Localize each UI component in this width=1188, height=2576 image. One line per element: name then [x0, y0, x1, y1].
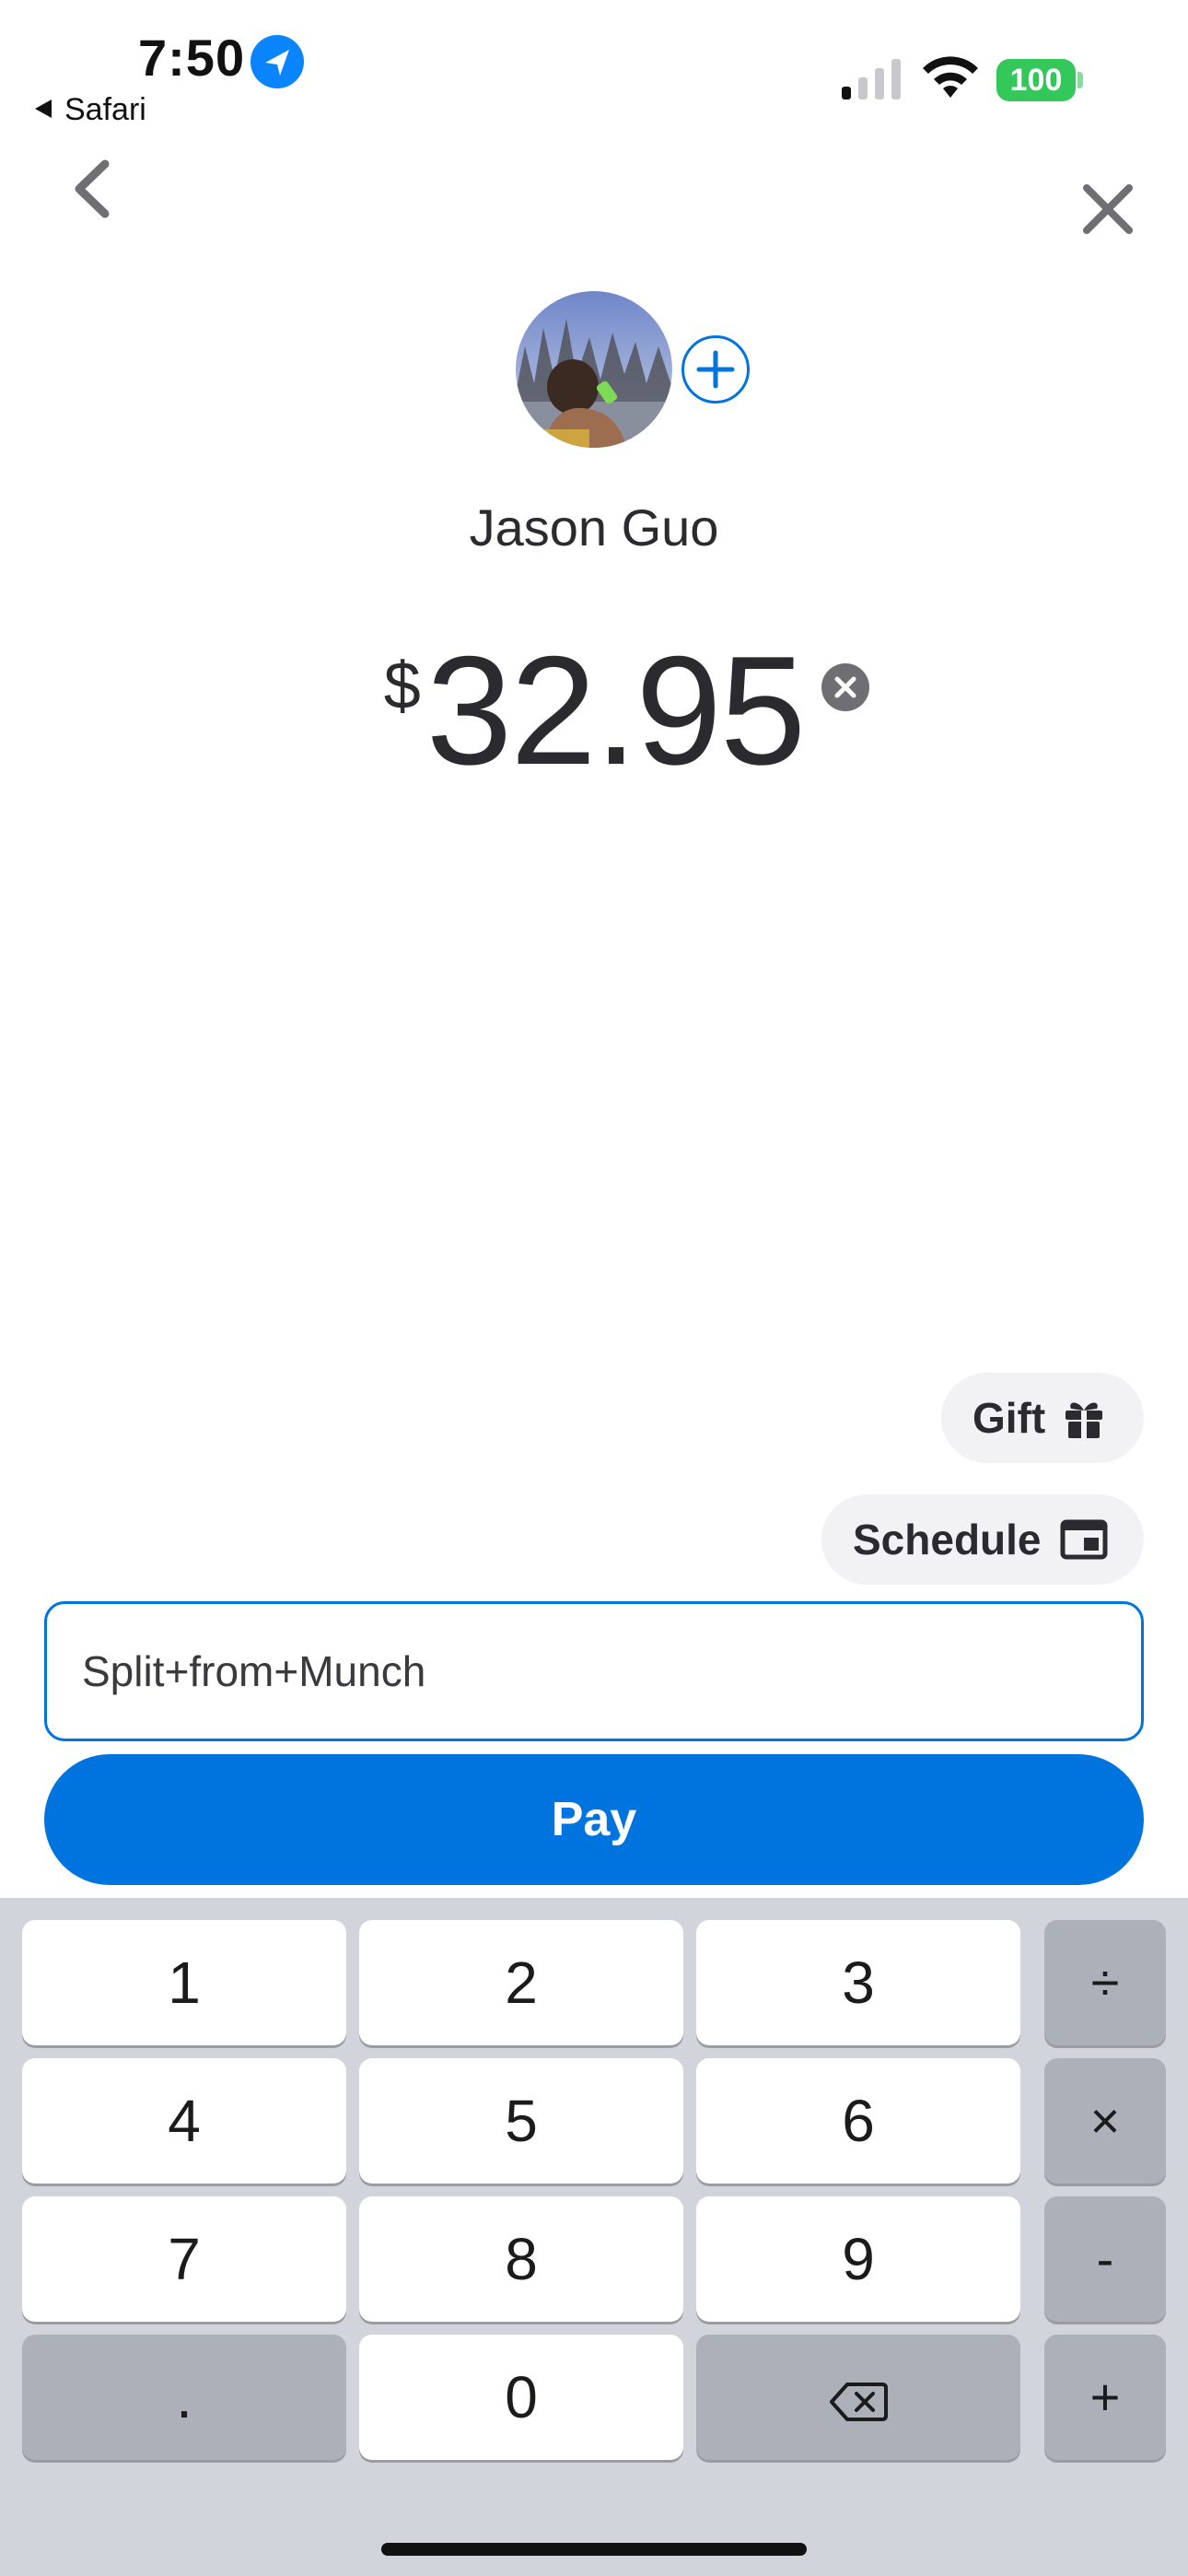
cellular-signal-icon [842, 59, 901, 100]
gift-label: Gift [973, 1394, 1046, 1442]
schedule-label: Schedule [853, 1516, 1042, 1563]
gift-button[interactable]: Gift [941, 1373, 1144, 1463]
key-divide[interactable]: ÷ [1044, 1920, 1166, 2045]
battery-indicator: 100 [996, 59, 1085, 101]
home-indicator [381, 2543, 807, 2556]
key-2[interactable]: 2 [359, 1920, 683, 2045]
back-triangle-icon [35, 100, 52, 118]
key-5[interactable]: 5 [359, 2058, 683, 2184]
key-3[interactable]: 3 [696, 1920, 1020, 2045]
key-6[interactable]: 6 [696, 2058, 1020, 2184]
key-decimal[interactable]: . [22, 2335, 346, 2460]
key-backspace[interactable] [696, 2335, 1020, 2460]
gift-icon [1066, 1402, 1103, 1438]
key-multiply[interactable]: × [1044, 2058, 1166, 2184]
schedule-button[interactable]: Schedule [821, 1494, 1144, 1585]
note-input[interactable]: Split+from+Munch [44, 1601, 1144, 1741]
avatar-photo [516, 291, 672, 448]
key-7[interactable]: 7 [22, 2196, 346, 2322]
key-9[interactable]: 9 [696, 2196, 1020, 2322]
recipient-avatar [516, 291, 672, 448]
plus-icon [696, 350, 735, 389]
status-time: 7:50 [138, 29, 246, 87]
key-4[interactable]: 4 [22, 2058, 346, 2184]
location-arrow-icon [250, 35, 304, 88]
currency-symbol: $ [383, 650, 421, 723]
backspace-icon [830, 2383, 888, 2422]
clear-x-icon [834, 676, 856, 698]
back-to-app-link[interactable]: Safari [35, 92, 146, 128]
key-8[interactable]: 8 [359, 2196, 683, 2322]
clear-amount-button[interactable] [821, 663, 869, 711]
amount-value: 32.95 [425, 624, 806, 797]
battery-level: 100 [996, 59, 1076, 101]
numeric-keypad: 1 2 3 ÷ 4 5 6 × 7 8 9 - . 0 + [0, 1898, 1188, 2576]
calendar-icon [1060, 1519, 1108, 1560]
pay-button[interactable]: Pay [44, 1754, 1144, 1885]
key-minus[interactable]: - [1044, 2196, 1166, 2322]
key-1[interactable]: 1 [22, 1920, 346, 2045]
wifi-icon [923, 56, 978, 98]
key-0[interactable]: 0 [359, 2335, 683, 2460]
chevron-left-icon[interactable] [64, 157, 120, 221]
add-recipient-button[interactable] [681, 335, 750, 404]
amount-display[interactable]: $32.95 [0, 632, 1188, 789]
close-icon[interactable] [1079, 181, 1136, 238]
recipient-name: Jason Guo [469, 498, 719, 556]
battery-nub [1077, 72, 1083, 88]
key-plus[interactable]: + [1044, 2335, 1166, 2460]
back-app-label: Safari [64, 92, 146, 127]
